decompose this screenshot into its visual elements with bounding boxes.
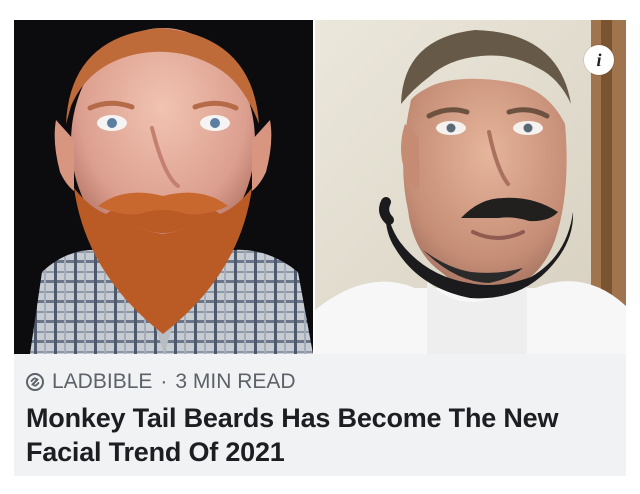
article-meta: LADBIBLE · 3 MIN READ (26, 370, 296, 394)
read-time: 3 MIN READ (175, 370, 296, 393)
link-icon (26, 373, 44, 391)
right-photo: i (315, 20, 626, 354)
article-text[interactable]: LADBIBLE · 3 MIN READ Monkey Tail Beards… (14, 354, 626, 476)
article-image[interactable]: i (14, 20, 626, 354)
meta-separator: · (160, 370, 168, 393)
source-name: LADBIBLE (52, 370, 153, 393)
info-icon[interactable]: i (584, 45, 614, 75)
article-headline[interactable]: Monkey Tail Beards Has Become The New Fa… (26, 401, 606, 469)
left-photo (14, 20, 313, 354)
article-card[interactable]: i LADBIBLE · 3 MIN READ Monkey Tail Bear… (14, 20, 626, 476)
